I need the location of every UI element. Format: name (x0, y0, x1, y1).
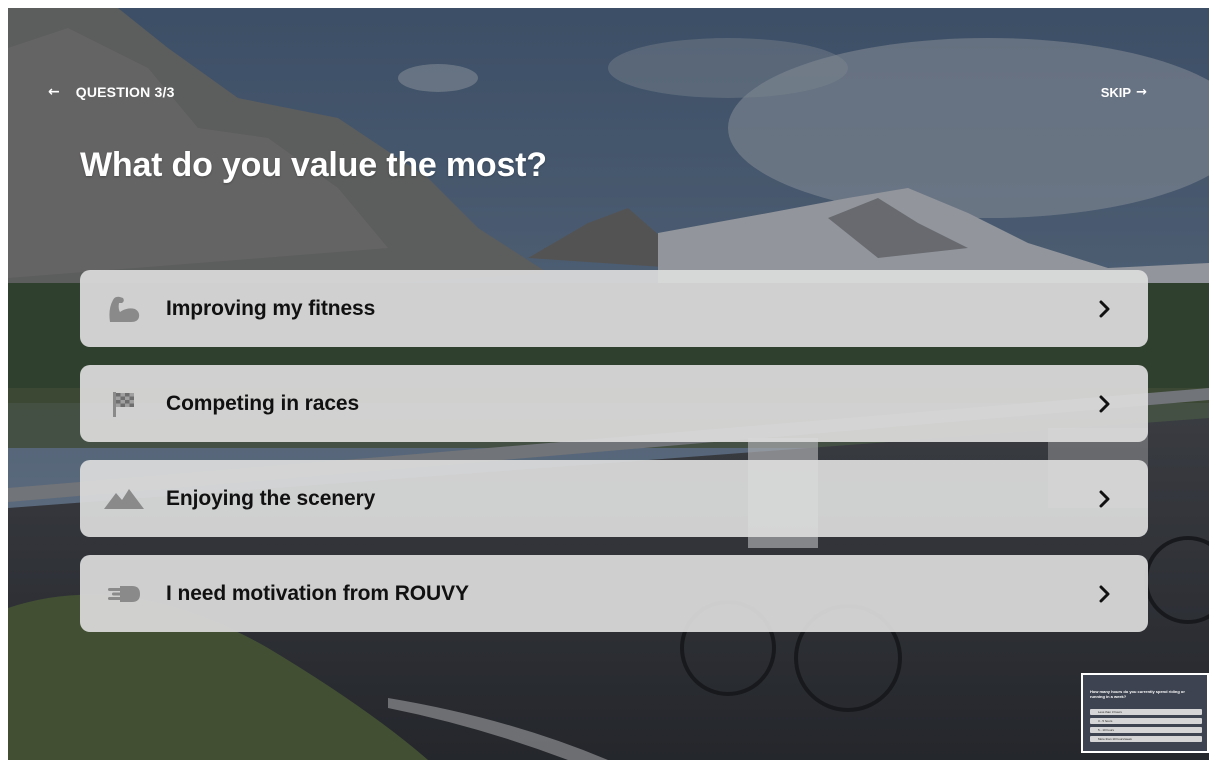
option-competing-races[interactable]: Competing in races (80, 365, 1148, 442)
option-label: Enjoying the scenery (166, 486, 376, 510)
thumbnail-row: 5 - 10 hours (1090, 727, 1202, 733)
chevron-right-icon (1099, 300, 1110, 317)
mountains-icon (104, 483, 144, 515)
back-arrow-icon: ← (48, 84, 60, 100)
thumbnail-row: Less than 3 hours (1090, 709, 1202, 715)
flexed-bicep-icon (104, 293, 144, 325)
chevron-right-icon (1099, 585, 1110, 602)
screen-thumbnail[interactable]: How many hours do you currently spend ri… (1081, 673, 1209, 753)
skip-button[interactable]: SKIP → (1101, 80, 1147, 104)
question-progress: QUESTION 3/3 (75, 84, 175, 100)
skip-label: SKIP (1100, 84, 1132, 100)
top-navigation: ← QUESTION 3/3 SKIP → (8, 80, 1209, 104)
chevron-right-icon (1099, 395, 1110, 412)
option-label: Competing in races (166, 391, 360, 415)
thumbnail-question: How many hours do you currently spend ri… (1090, 689, 1185, 699)
back-button[interactable]: ← QUESTION 3/3 (48, 80, 175, 104)
page-title: What do you value the most? (80, 146, 547, 184)
option-enjoying-scenery[interactable]: Enjoying the scenery (80, 460, 1148, 537)
option-label: I need motivation from ROUVY (166, 581, 469, 605)
forward-arrow-icon: → (1136, 84, 1147, 100)
option-motivation-rouvy[interactable]: I need motivation from ROUVY (80, 555, 1148, 632)
chevron-right-icon (1099, 490, 1110, 507)
app-frame: ← QUESTION 3/3 SKIP → What do you value … (8, 8, 1209, 760)
thumbnail-row: 3 - 5 hours (1090, 718, 1202, 724)
option-improving-fitness[interactable]: Improving my fitness (80, 270, 1148, 347)
speeding-icon (104, 578, 144, 610)
option-label: Improving my fitness (166, 296, 376, 320)
answer-options: Improving my fitness Competing in races … (80, 270, 1148, 650)
thumbnail-row: More than 10 hours/week (1090, 736, 1202, 742)
checkered-flag-icon (104, 388, 144, 420)
